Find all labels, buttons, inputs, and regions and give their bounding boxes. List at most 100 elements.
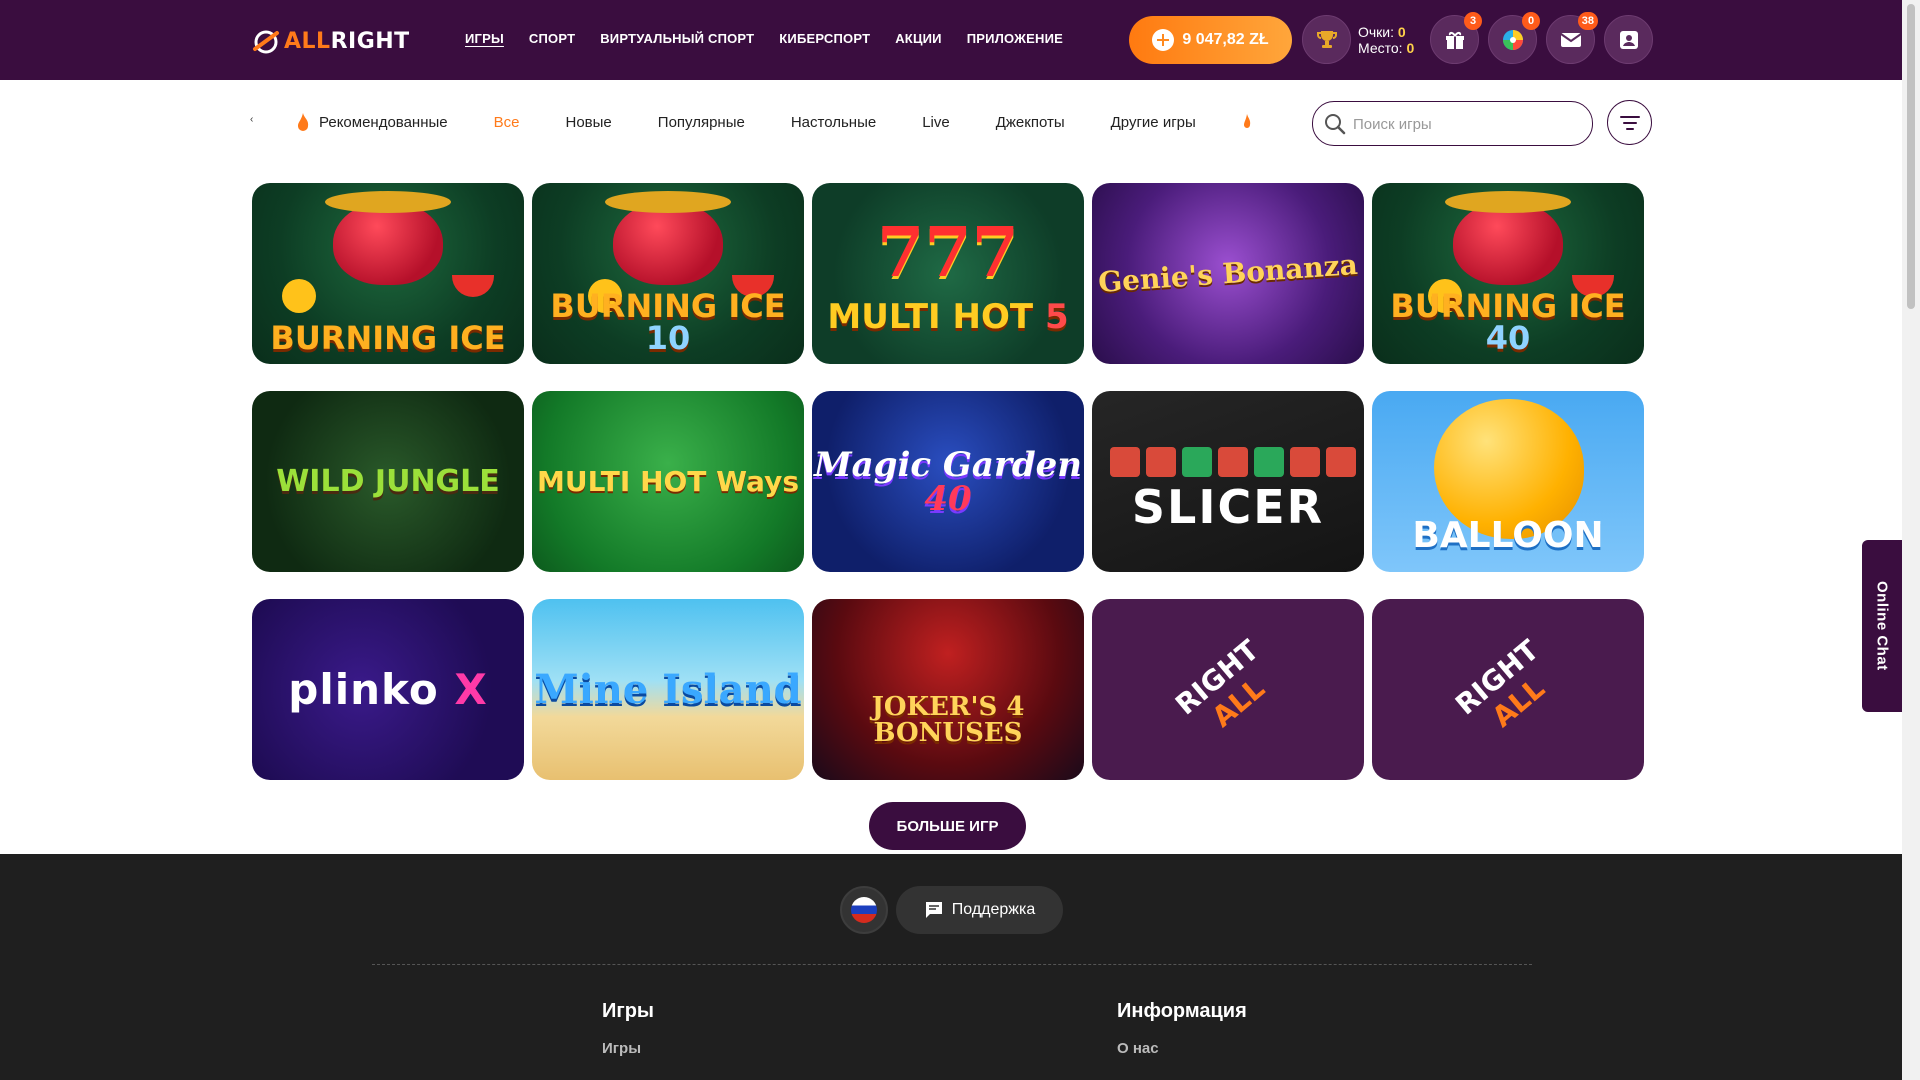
nav-app[interactable]: ПРИЛОЖЕНИЕ — [967, 31, 1063, 46]
game-title-text: MULTI HOT — [827, 297, 1034, 337]
game-tile-plinko-x[interactable]: plinko X — [252, 599, 524, 780]
wheel-button[interactable]: 0 — [1488, 12, 1540, 64]
nav-virtual-sport[interactable]: ВИРТУАЛЬНЫЙ СПОРТ — [600, 31, 754, 46]
logo-right: RIGHT — [330, 28, 410, 54]
place-label: Место: — [1358, 40, 1403, 56]
category-recommended[interactable]: Рекомендованные — [295, 112, 448, 132]
pot-image — [605, 191, 731, 285]
footer-info-title: Информация — [1117, 1000, 1247, 1022]
game-tile-mine-island[interactable]: Mine Island — [532, 599, 804, 780]
online-chat-button[interactable]: Online Chat — [1862, 540, 1902, 712]
game-tile-magic-garden-40[interactable]: Magic Garden 40 — [812, 391, 1084, 572]
category-live[interactable]: Live — [922, 112, 950, 132]
allright-logo-image: RIGHT ALL — [1449, 633, 1566, 746]
game-title-suffix: 40 — [1485, 319, 1531, 357]
page-scrollbar[interactable] — [1902, 0, 1920, 1080]
game-tile-burning-ice-40[interactable]: BURNING ICE 40 — [1372, 183, 1644, 364]
search-input[interactable] — [1353, 112, 1583, 136]
game-tile-multi-hot-ways[interactable]: MULTI HOT Ways — [532, 391, 804, 572]
gift-icon — [1445, 31, 1464, 49]
game-tile-burning-ice[interactable]: BURNING ICE — [252, 183, 524, 364]
category-popular[interactable]: Популярные — [658, 112, 745, 132]
deposit-balance-button[interactable]: 9 047,82 ZŁ — [1129, 16, 1292, 64]
sevens-image: 777 — [877, 213, 1019, 293]
game-tile-multi-hot-5[interactable]: 777 MULTI HOT 5 — [812, 183, 1084, 364]
pot-image — [325, 191, 451, 285]
flame-icon — [298, 113, 309, 131]
filter-button[interactable] — [1607, 100, 1652, 145]
chat-icon — [925, 902, 942, 918]
game-tile-wild-jungle[interactable]: WILD JUNGLE — [252, 391, 524, 572]
points-value: 0 — [1397, 24, 1406, 40]
game-title: Magic Garden 40 — [812, 448, 1084, 516]
game-title: WILD JUNGLE — [276, 463, 500, 499]
main-nav: ИГРЫ СПОРТ ВИРТУАЛЬНЫЙ СПОРТ КИБЕРСПОРТ … — [465, 31, 1063, 46]
category-label: Рекомендованные — [319, 113, 448, 131]
messages-badge: 38 — [1577, 12, 1598, 30]
games-grid: BURNING ICE BURNING ICE 10 777 MULTI HOT… — [252, 183, 1644, 780]
search-icon — [1325, 114, 1346, 135]
footer-about-link[interactable]: О нас — [1117, 1040, 1159, 1057]
gifts-button[interactable]: 3 — [1430, 12, 1482, 64]
game-title-suffix: 40 — [924, 478, 972, 519]
more-games-button[interactable]: БОЛЬШЕ ИГР — [869, 802, 1026, 850]
game-title: Genie's Bonanza — [1097, 247, 1359, 299]
category-new[interactable]: Новые — [566, 112, 612, 132]
category-label: Джекпоты — [995, 113, 1065, 131]
game-tile-slicer[interactable]: SLICER — [1092, 391, 1364, 572]
nav-sport[interactable]: СПОРТ — [529, 31, 575, 46]
logo-all: ALL — [284, 28, 331, 54]
game-title: BURNING ICE — [270, 319, 506, 357]
profile-button[interactable] — [1604, 15, 1653, 64]
game-title: MULTI HOT Ways — [537, 464, 799, 498]
messages-button[interactable]: 38 — [1546, 12, 1598, 64]
category-jackpots[interactable]: Джекпоты — [996, 112, 1065, 132]
footer-games-title: Игры — [602, 1000, 655, 1022]
category-label: Новые — [565, 113, 612, 131]
category-label: Другие игры — [1110, 113, 1196, 131]
nav-promotions[interactable]: АКЦИИ — [895, 31, 942, 46]
scroll-left-icon[interactable]: ‹ — [250, 114, 253, 125]
game-tile-balloon[interactable]: BALLOON — [1372, 391, 1644, 572]
place-value: 0 — [1406, 40, 1415, 56]
game-title-suffix: 10 — [645, 319, 691, 357]
game-title-text: plinko — [288, 664, 439, 714]
top-header: ALLRIGHT ИГРЫ СПОРТ ВИРТУАЛЬНЫЙ СПОРТ КИ… — [0, 0, 1902, 80]
game-title: MULTI HOT 5 — [812, 300, 1084, 334]
game-tile-placeholder[interactable]: RIGHT ALL — [1092, 599, 1364, 780]
category-other[interactable]: Другие игры — [1111, 112, 1196, 132]
balance-amount: 9 047,82 ZŁ — [1182, 31, 1269, 48]
scrollbar-thumb[interactable] — [1907, 4, 1915, 309]
flame-icon — [1243, 114, 1250, 128]
site-logo[interactable]: ALLRIGHT — [252, 26, 410, 56]
game-tile-jokers-4-bonuses[interactable]: JOKER'S 4 BONUSES — [812, 599, 1084, 780]
support-button[interactable]: Поддержка — [896, 886, 1063, 934]
logo-icon — [253, 30, 279, 54]
pot-image — [1445, 191, 1571, 285]
footer-games-link[interactable]: Игры — [602, 1040, 641, 1057]
nav-games[interactable]: ИГРЫ — [465, 31, 504, 46]
trophy-icon — [1316, 30, 1337, 48]
game-tile-burning-ice-10[interactable]: BURNING ICE 10 — [532, 183, 804, 364]
game-tile-placeholder[interactable]: RIGHT ALL — [1372, 599, 1644, 780]
support-label: Поддержка — [951, 901, 1036, 918]
category-label: Настольные — [790, 113, 877, 131]
game-title: SLICER — [1131, 479, 1325, 534]
tournament-button[interactable] — [1302, 15, 1351, 64]
footer-divider — [372, 964, 1532, 965]
plus-icon — [1152, 29, 1175, 51]
online-chat-label: Online Chat — [1873, 581, 1891, 671]
category-all[interactable]: Все — [494, 112, 520, 132]
logo-text: ALLRIGHT — [284, 29, 410, 54]
category-list: Рекомендованные Все Новые Популярные Нас… — [295, 112, 1252, 132]
gifts-badge: 3 — [1464, 12, 1482, 30]
points-stats: Очки: 0 Место: 0 — [1358, 24, 1414, 56]
game-tile-genies-bonanza[interactable]: Genie's Bonanza — [1092, 183, 1364, 364]
allright-logo-image: RIGHT ALL — [1169, 633, 1286, 746]
language-button[interactable] — [840, 886, 888, 934]
nav-esports[interactable]: КИБЕРСПОРТ — [779, 31, 870, 46]
game-title: BALLOON — [1412, 515, 1604, 556]
cards-image — [1110, 447, 1356, 477]
footer: Поддержка Игры Игры Информация О нас — [0, 854, 1902, 1080]
category-table[interactable]: Настольные — [791, 112, 876, 132]
